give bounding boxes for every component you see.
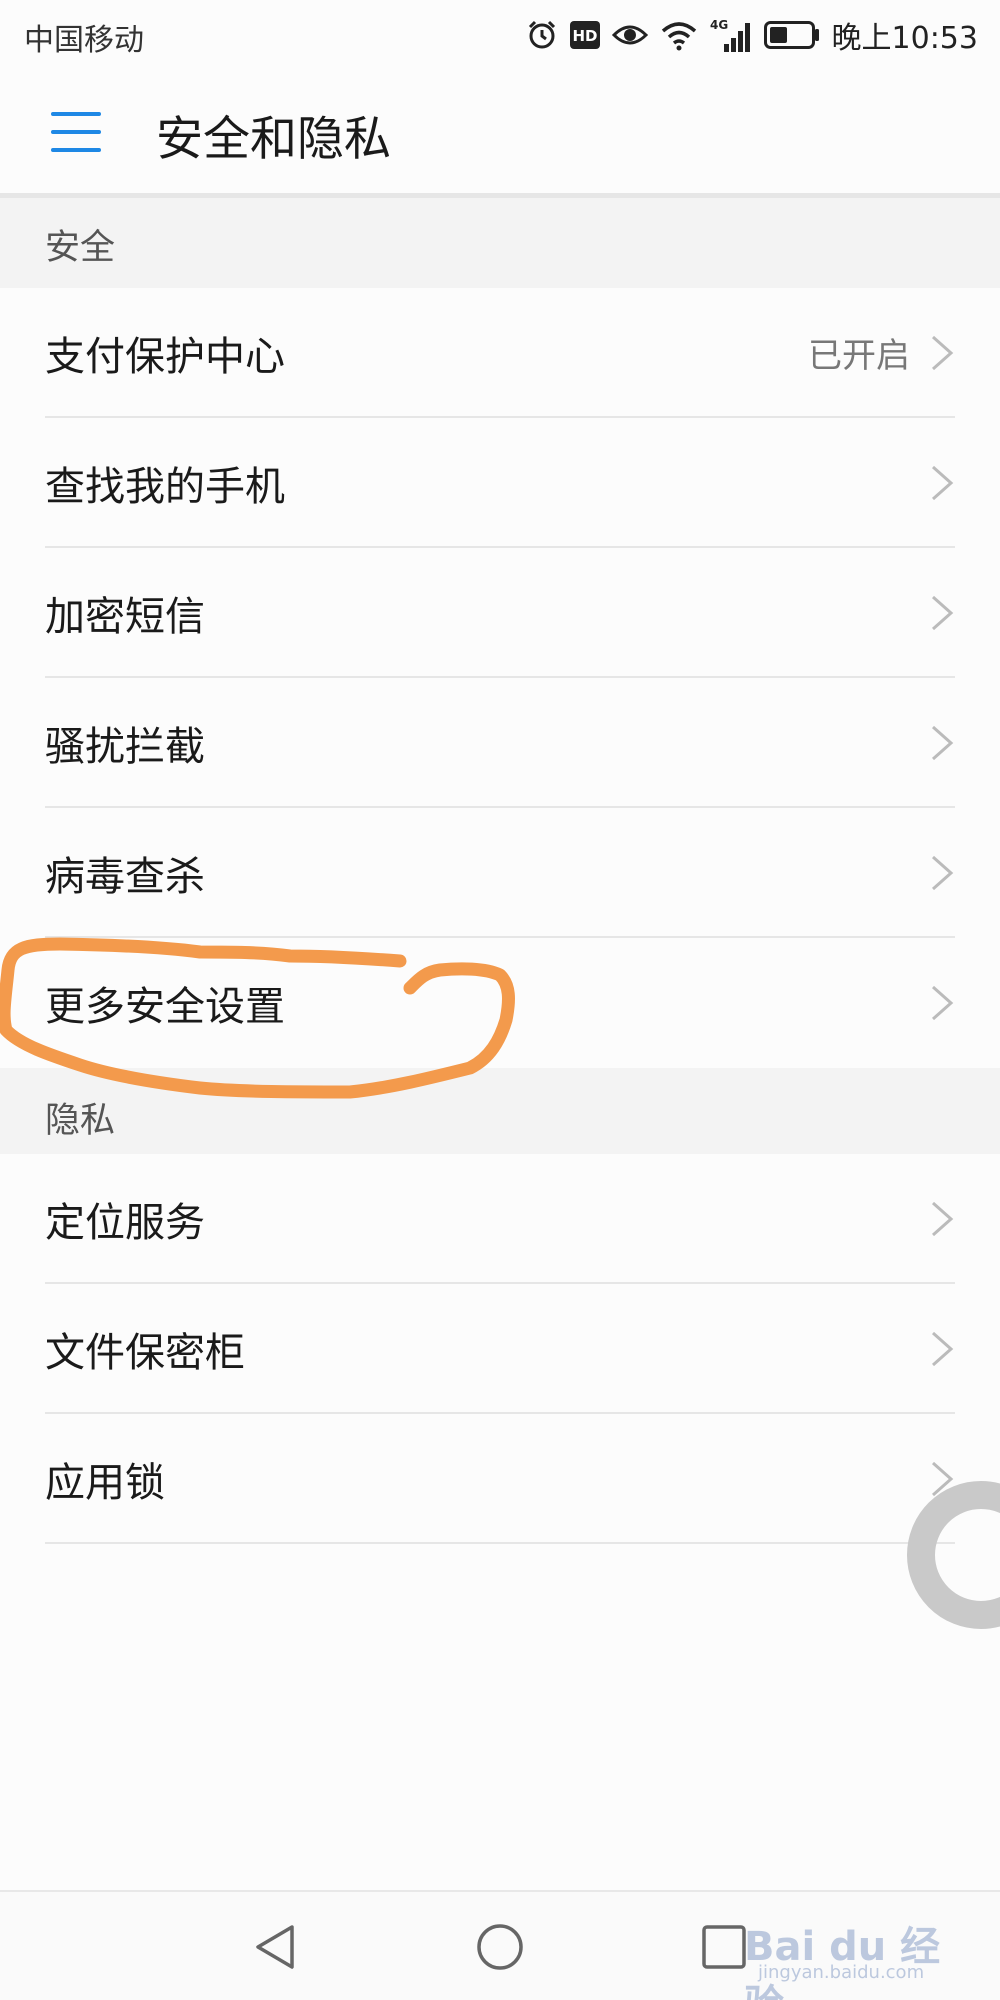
home-icon[interactable] [472,1919,528,1975]
row-label: 查找我的手机 [45,464,285,510]
clock-time: 晚上10:53 [831,21,978,56]
signal-icon: 4G [710,18,752,52]
chevron-right-icon [932,725,954,761]
chevron-right-icon [932,855,954,891]
row-find-my-phone[interactable]: 查找我的手机 [0,418,1000,548]
eye-icon [611,22,648,48]
row-label: 病毒查杀 [45,854,205,900]
chevron-right-icon [932,985,954,1021]
chevron-right-icon [932,335,954,371]
hd-icon: HD [569,21,600,49]
chevron-right-icon [932,465,954,501]
navigation-bar [0,1890,1000,2000]
status-icons: HD 4G 晚上10:53 [526,10,978,60]
row-more-security-settings[interactable]: 更多安全设置 [0,938,1000,1068]
hd-label: HD [572,27,597,45]
wifi-icon [660,19,698,51]
row-label: 应用锁 [45,1460,165,1506]
chevron-right-icon [932,1201,954,1237]
row-virus-scan[interactable]: 病毒查杀 [0,808,1000,938]
row-location-services[interactable]: 定位服务 [0,1154,1000,1284]
row-label: 加密短信 [45,594,205,640]
row-encrypted-sms[interactable]: 加密短信 [0,548,1000,678]
row-harassment-block[interactable]: 骚扰拦截 [0,678,1000,808]
menu-icon[interactable] [48,108,104,158]
row-status-value: 已开启 [808,336,910,376]
row-label: 支付保护中心 [45,334,285,380]
floating-assist-ball[interactable] [906,1480,1000,1630]
back-icon[interactable] [248,1919,304,1975]
carrier-name: 中国移动 [24,23,144,58]
network-type-label: 4G [710,18,728,32]
divider [45,1542,955,1544]
row-label: 文件保密柜 [45,1330,245,1376]
battery-icon [763,21,820,49]
chevron-right-icon [932,595,954,631]
row-label: 更多安全设置 [45,984,285,1030]
status-bar: 中国移动 HD 4G 晚上10:53 [0,0,1000,70]
row-app-lock[interactable]: 应用锁 [0,1414,1000,1544]
chevron-right-icon [932,1331,954,1367]
app-bar: 安全和隐私 [0,70,1000,198]
recents-icon[interactable] [696,1919,752,1975]
section-header-privacy: 隐私 [0,1068,1000,1154]
row-payment-protection[interactable]: 支付保护中心 已开启 [0,288,1000,418]
row-label: 定位服务 [45,1200,205,1246]
screen: 中国移动 HD 4G 晚上10:53 安全和隐私 安全 支付保护中心 已开启 查… [0,0,1000,2000]
row-label: 骚扰拦截 [45,724,205,770]
row-file-safe[interactable]: 文件保密柜 [0,1284,1000,1414]
section-header-security: 安全 [0,198,1000,288]
alarm-icon [526,19,558,51]
page-title: 安全和隐私 [156,112,391,167]
